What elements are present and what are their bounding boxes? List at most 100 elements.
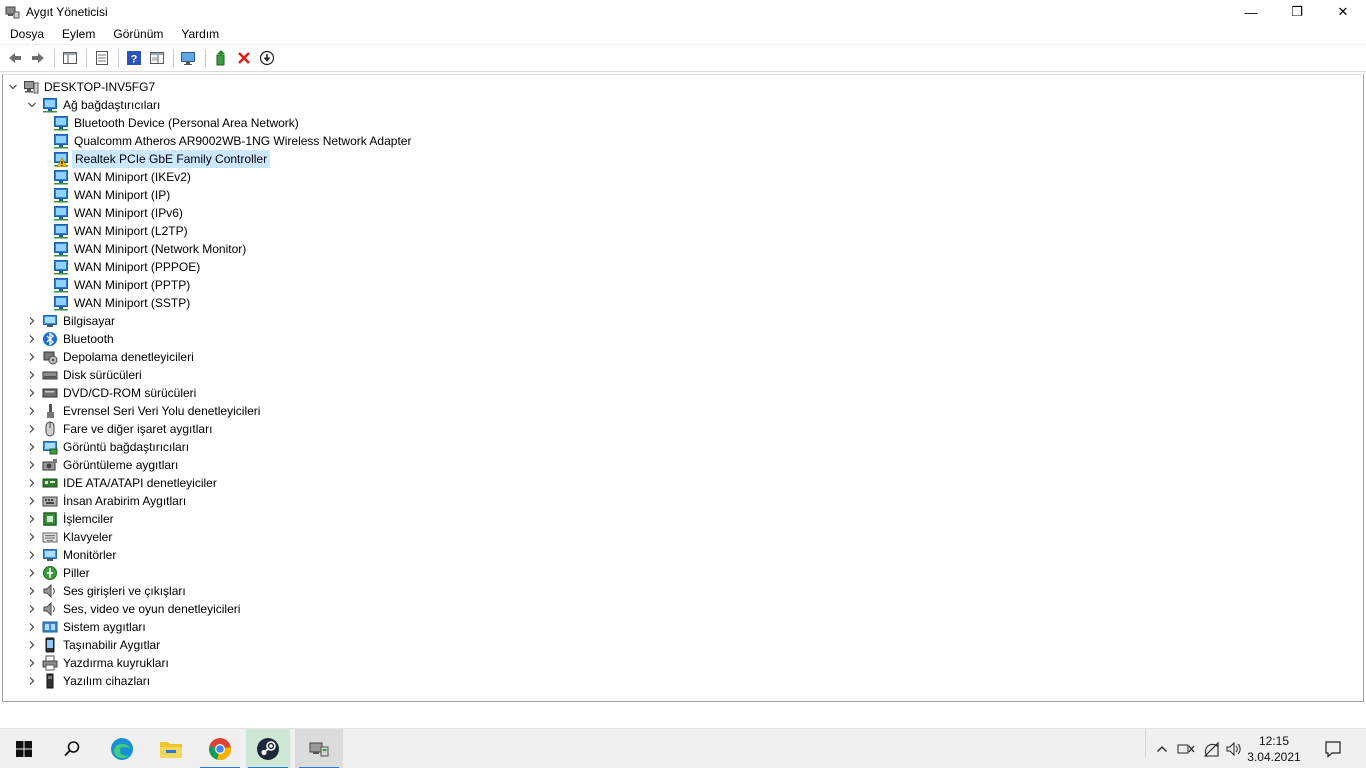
show-hidden-icons-button[interactable] — [1152, 729, 1172, 768]
tree-category[interactable]: Yazılım cihazları — [26, 672, 152, 690]
tree-category[interactable]: İşlemciler — [26, 510, 116, 528]
expand-chevron-icon[interactable] — [26, 456, 38, 474]
tree-category[interactable]: Piller — [26, 564, 92, 582]
menu-file[interactable]: Dosya — [2, 24, 52, 44]
expand-chevron-icon[interactable] — [26, 438, 38, 456]
scan-hardware-icon[interactable] — [178, 47, 200, 69]
tree-category-label: IDE ATA/ATAPI denetleyiciler — [63, 476, 217, 490]
expand-chevron-icon[interactable] — [26, 582, 38, 600]
tree-category-network-adapters[interactable]: Ağ bağdaştırıcıları — [26, 96, 162, 114]
steam-taskbar-button[interactable] — [246, 729, 290, 768]
network-adapter-item[interactable]: WAN Miniport (IP) — [49, 186, 172, 204]
network-adapter-item[interactable]: WAN Miniport (SSTP) — [49, 294, 192, 312]
menu-view[interactable]: Görünüm — [105, 24, 171, 44]
expand-chevron-icon[interactable] — [26, 564, 38, 582]
back-arrow-icon[interactable] — [4, 47, 26, 69]
expand-chevron-icon[interactable] — [26, 312, 38, 330]
network-adapter-item[interactable]: Qualcomm Atheros AR9002WB-1NG Wireless N… — [49, 132, 413, 150]
audio-io-icon — [42, 583, 58, 599]
expand-chevron-icon[interactable] — [26, 528, 38, 546]
volume-tray-button[interactable] — [1224, 729, 1244, 768]
expand-chevron-icon[interactable] — [26, 618, 38, 636]
expand-chevron-icon[interactable] — [26, 492, 38, 510]
input-indicator[interactable] — [1176, 729, 1196, 768]
expand-chevron-icon[interactable] — [26, 510, 38, 528]
collapse-chevron-icon[interactable] — [26, 96, 38, 114]
expand-chevron-icon[interactable] — [26, 348, 38, 366]
menu-action[interactable]: Eylem — [54, 24, 103, 44]
expand-chevron-icon[interactable] — [26, 402, 38, 420]
network-tray-button[interactable] — [1201, 729, 1223, 768]
forward-arrow-icon[interactable] — [27, 47, 49, 69]
chrome-taskbar-button[interactable] — [196, 729, 244, 768]
file-explorer-taskbar-button[interactable] — [147, 729, 195, 768]
maximize-button[interactable]: ❐ — [1274, 0, 1320, 24]
expand-chevron-icon[interactable] — [26, 654, 38, 672]
tree-category-label: Görüntü bağdaştırıcıları — [63, 440, 190, 454]
tree-category[interactable]: Görüntü bağdaştırıcıları — [26, 438, 191, 456]
device-manager-taskbar-button[interactable] — [295, 729, 343, 768]
network-adapter-item[interactable]: WAN Miniport (IKEv2) — [49, 168, 193, 186]
network-adapter-item[interactable]: WAN Miniport (PPTP) — [49, 276, 192, 294]
network-adapter-item[interactable]: WAN Miniport (L2TP) — [49, 222, 190, 240]
close-button[interactable]: ✕ — [1320, 0, 1366, 24]
tree-category[interactable]: Depolama denetleyicileri — [26, 348, 196, 366]
expand-chevron-icon[interactable] — [26, 672, 38, 690]
expand-chevron-icon[interactable] — [26, 420, 38, 438]
network-adapter-item[interactable]: WAN Miniport (PPPOE) — [49, 258, 202, 276]
tree-category[interactable]: Sistem aygıtları — [26, 618, 148, 636]
tree-category[interactable]: Fare ve diğer işaret aygıtları — [26, 420, 214, 438]
network-adapter-label: WAN Miniport (L2TP) — [74, 224, 188, 238]
show-hide-console-tree-icon[interactable] — [59, 47, 81, 69]
network-adapter-item[interactable]: WAN Miniport (Network Monitor) — [49, 240, 248, 258]
uninstall-device-icon[interactable] — [233, 47, 255, 69]
properties-icon[interactable] — [91, 47, 113, 69]
tree-category-label: Klavyeler — [63, 530, 113, 544]
action-center-button[interactable] — [1318, 729, 1348, 768]
expand-chevron-icon[interactable] — [26, 474, 38, 492]
expand-chevron-icon[interactable] — [26, 600, 38, 618]
network-adapter-item[interactable]: Realtek PCIe GbE Family Controller — [49, 150, 271, 168]
tree-category[interactable]: DVD/CD-ROM sürücüleri — [26, 384, 198, 402]
collapse-chevron-icon[interactable] — [7, 78, 19, 96]
chrome-icon — [209, 738, 231, 761]
network-adapter-item[interactable]: Bluetooth Device (Personal Area Network) — [49, 114, 301, 132]
edge-taskbar-button[interactable] — [98, 729, 146, 768]
minimize-button[interactable]: — — [1228, 0, 1274, 24]
network-adapter-item[interactable]: WAN Miniport (IPv6) — [49, 204, 185, 222]
disable-device-icon[interactable] — [256, 47, 278, 69]
expand-chevron-icon[interactable] — [26, 330, 38, 348]
expand-chevron-icon[interactable] — [26, 636, 38, 654]
notification-icon — [1325, 741, 1341, 758]
network-adapter-icon — [53, 133, 69, 149]
taskbar-clock[interactable]: 12:15 3.04.2021 — [1244, 733, 1304, 765]
tree-category-label: Yazılım cihazları — [63, 674, 151, 688]
tree-category[interactable]: Ses girişleri ve çıkışları — [26, 582, 188, 600]
device-tree[interactable]: DESKTOP-INV5FG7 Ağ bağdaştırıcıları Blue… — [2, 74, 1364, 702]
tree-category[interactable]: Bilgisayar — [26, 312, 117, 330]
network-adapter-icon — [53, 223, 69, 239]
tree-category[interactable]: İnsan Arabirim Aygıtları — [26, 492, 188, 510]
update-driver-icon[interactable] — [210, 47, 232, 69]
tree-category[interactable]: Yazdırma kuyrukları — [26, 654, 171, 672]
tree-category[interactable]: Disk sürücüleri — [26, 366, 144, 384]
storage-controller-icon — [42, 349, 58, 365]
tree-category[interactable]: Bluetooth — [26, 330, 116, 348]
tree-category[interactable]: Taşınabilir Aygıtlar — [26, 636, 162, 654]
menu-help[interactable]: Yardım — [173, 24, 227, 44]
start-button[interactable] — [0, 729, 48, 768]
tree-root[interactable]: DESKTOP-INV5FG7 — [7, 78, 157, 96]
tree-category[interactable]: Evrensel Seri Veri Yolu denetleyicileri — [26, 402, 262, 420]
help-icon[interactable]: ? — [123, 47, 145, 69]
tree-category[interactable]: IDE ATA/ATAPI denetleyiciler — [26, 474, 219, 492]
tree-category[interactable]: Görüntüleme aygıtları — [26, 456, 180, 474]
tree-category-label: Disk sürücüleri — [63, 368, 142, 382]
tree-category[interactable]: Ses, video ve oyun denetleyicileri — [26, 600, 242, 618]
tree-category[interactable]: Monitörler — [26, 546, 118, 564]
view-icon[interactable] — [146, 47, 168, 69]
expand-chevron-icon[interactable] — [26, 546, 38, 564]
expand-chevron-icon[interactable] — [26, 384, 38, 402]
search-button[interactable] — [48, 729, 96, 768]
tree-category[interactable]: Klavyeler — [26, 528, 114, 546]
expand-chevron-icon[interactable] — [26, 366, 38, 384]
